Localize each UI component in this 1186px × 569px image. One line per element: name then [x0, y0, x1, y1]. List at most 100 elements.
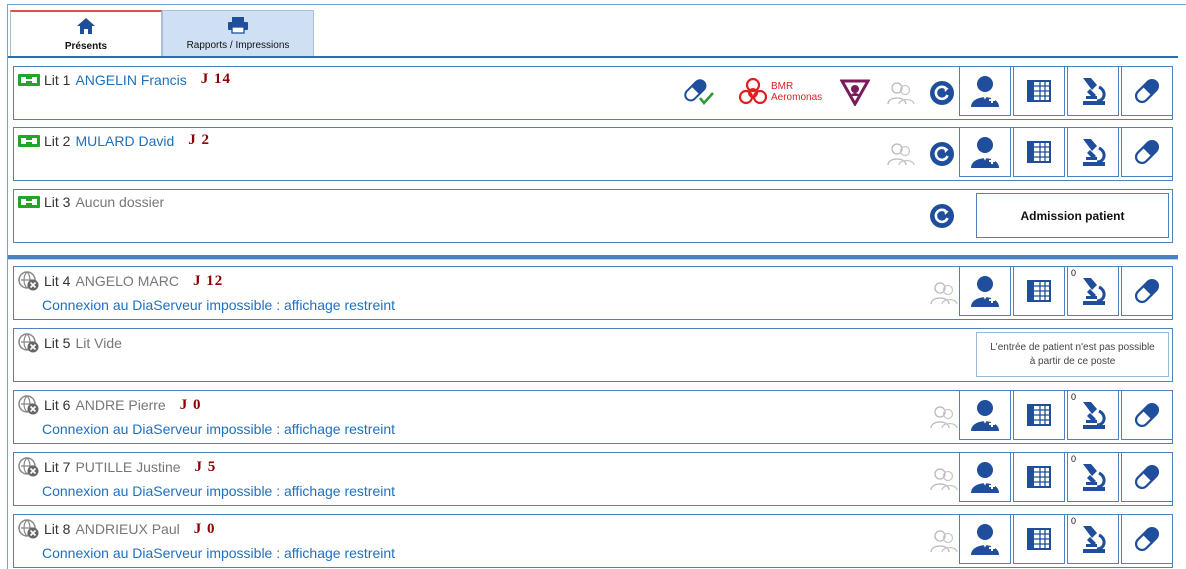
bed-row-5: Lit 5 Lit Vide L'entrée de patient n'est… [13, 328, 1173, 382]
lab-count-badge: 0 [1071, 454, 1077, 464]
group-icon[interactable] [929, 280, 959, 306]
patient-name[interactable]: ANGELO MARC [75, 273, 178, 289]
group-icon[interactable] [929, 466, 959, 492]
bed-header: Lit 4 ANGELO MARC J 12 [18, 271, 223, 291]
bed-occupied-icon [18, 194, 40, 210]
medication-button[interactable] [1121, 66, 1173, 116]
bmr-germ: Aeromonas [771, 92, 823, 103]
admission-button[interactable]: Admission patient [976, 193, 1169, 238]
doctor-button[interactable] [959, 452, 1011, 502]
patient-name[interactable]: MULARD David [75, 133, 174, 149]
tab-presents[interactable]: Présents [10, 10, 162, 56]
doctor-button[interactable] [959, 66, 1011, 116]
table-icon [1027, 280, 1051, 302]
offline-icon [18, 271, 40, 291]
refresh-icon[interactable] [929, 203, 955, 229]
connection-warning: Connexion au DiaServeur impossible : aff… [42, 297, 396, 313]
microscope-icon [1077, 136, 1109, 168]
bed-header: Lit 1 ANGELIN Francis J 14 [18, 71, 231, 88]
bed-label: Lit 4 [44, 273, 71, 289]
patient-name[interactable]: ANGELIN Francis [75, 72, 186, 88]
lab-button[interactable] [1067, 66, 1119, 116]
doctor-icon [968, 135, 1002, 169]
bed-header: Lit 5 Lit Vide [18, 333, 122, 353]
group-icon[interactable] [886, 80, 916, 106]
medication-button[interactable] [1121, 127, 1173, 177]
group-icon[interactable] [886, 141, 916, 167]
table-button[interactable] [1013, 452, 1065, 502]
section-separator [8, 255, 1178, 260]
refresh-icon[interactable] [929, 141, 955, 167]
table-button[interactable] [1013, 514, 1065, 564]
day-counter: J 12 [192, 272, 224, 289]
offline-icon [18, 395, 40, 415]
pill-icon [1131, 275, 1163, 307]
patient-name[interactable]: ANDRE Pierre [75, 397, 165, 413]
offline-icon [18, 457, 40, 477]
table-button[interactable] [1013, 390, 1065, 440]
microscope-icon [1077, 461, 1109, 493]
tab-bar: Présents Rapports / Impressions [10, 10, 314, 56]
offline-icon [18, 519, 40, 539]
lab-button[interactable]: 0 [1067, 452, 1119, 502]
bed-label: Lit 7 [44, 459, 71, 475]
doctor-button[interactable] [959, 514, 1011, 564]
day-counter: J 5 [194, 458, 217, 475]
day-counter: J 0 [193, 520, 216, 537]
lab-button[interactable]: 0 [1067, 390, 1119, 440]
pill-icon [1131, 75, 1163, 107]
table-button[interactable] [1013, 127, 1065, 177]
medication-button[interactable] [1121, 390, 1173, 440]
medication-button[interactable] [1121, 452, 1173, 502]
bed-actions: 0 [957, 452, 1173, 502]
refresh-icon[interactable] [929, 80, 955, 106]
bed-header: Lit 3 Aucun dossier [18, 194, 164, 210]
day-counter: J 0 [179, 396, 202, 413]
bed-row-2: Lit 2 MULARD David J 2 [13, 127, 1173, 181]
medication-button[interactable] [1121, 514, 1173, 564]
day-counter: J 14 [200, 71, 231, 87]
doctor-button[interactable] [959, 266, 1011, 316]
group-icon[interactable] [929, 528, 959, 554]
lab-button[interactable]: 0 [1067, 514, 1119, 564]
patient-name[interactable]: PUTILLE Justine [75, 459, 180, 475]
bed-occupied-icon [18, 133, 40, 149]
bed-label: Lit 2 [44, 132, 71, 149]
pill-icon [1131, 136, 1163, 168]
microscope-icon [1077, 399, 1109, 431]
patient-name[interactable]: ANDRIEUX Paul [75, 521, 179, 537]
tab-underline [8, 56, 1178, 58]
bmr-alert: BMR Aeromonas [738, 77, 823, 106]
bed-label: Lit 5 [44, 335, 71, 351]
microscope-icon [1077, 75, 1109, 107]
printer-icon [226, 14, 250, 36]
doctor-button[interactable] [959, 390, 1011, 440]
tab-rapports[interactable]: Rapports / Impressions [162, 10, 314, 56]
bed-occupied-icon [18, 72, 40, 88]
table-button[interactable] [1013, 66, 1065, 116]
bed-label: Lit 3 [44, 194, 71, 210]
lab-button[interactable] [1067, 127, 1119, 177]
bed-header: Lit 7 PUTILLE Justine J 5 [18, 457, 216, 477]
group-icon[interactable] [929, 404, 959, 430]
connection-warning: Connexion au DiaServeur impossible : aff… [42, 483, 396, 499]
lab-count-badge: 0 [1071, 392, 1077, 402]
medication-button[interactable] [1121, 266, 1173, 316]
biohazard-icon [738, 77, 768, 106]
day-counter: J 2 [188, 132, 211, 148]
offline-icon [18, 333, 40, 353]
bed-header: Lit 6 ANDRE Pierre J 0 [18, 395, 201, 415]
table-icon [1027, 141, 1051, 163]
patient-name: Aucun dossier [75, 194, 165, 210]
bed-row-6: Lit 6 ANDRE Pierre J 0 Connexion au DiaS… [13, 390, 1173, 444]
table-button[interactable] [1013, 266, 1065, 316]
table-icon [1027, 404, 1051, 426]
isolation-triangle-icon [839, 78, 871, 108]
bed-label: Lit 6 [44, 397, 71, 413]
medication-checked-icon [682, 77, 716, 107]
patient-name: Lit Vide [75, 335, 122, 351]
lab-button[interactable]: 0 [1067, 266, 1119, 316]
doctor-icon [968, 398, 1002, 432]
doctor-button[interactable] [959, 127, 1011, 177]
bed-header: Lit 2 MULARD David J 2 [18, 132, 210, 149]
